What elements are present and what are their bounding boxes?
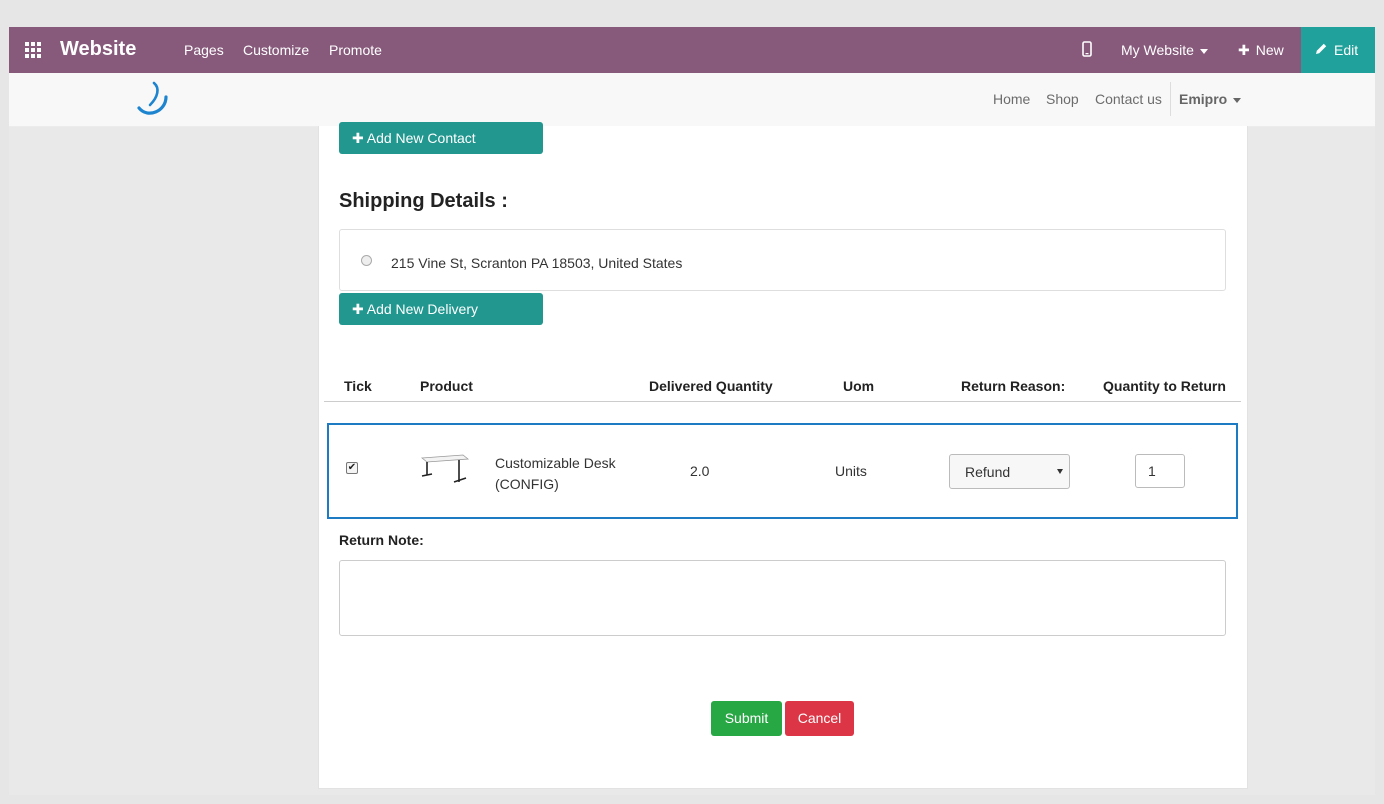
website-switcher-label: My Website bbox=[1121, 42, 1194, 58]
shipping-address-text: 215 Vine St, Scranton PA 18503, United S… bbox=[391, 255, 683, 271]
chevron-down-icon bbox=[1199, 48, 1208, 54]
mobile-preview-icon[interactable] bbox=[1082, 41, 1092, 60]
header-quantity-to-return: Quantity to Return bbox=[1103, 378, 1226, 394]
address-radio[interactable] bbox=[361, 255, 372, 266]
edit-button[interactable]: Edit bbox=[1301, 27, 1375, 73]
header-return-reason: Return Reason: bbox=[961, 378, 1066, 394]
table-row: ✔ Customizable Desk (CONFIG) 2.0 Units R… bbox=[327, 423, 1238, 519]
nav-home[interactable]: Home bbox=[993, 91, 1030, 107]
cancel-button[interactable]: Cancel bbox=[785, 701, 854, 736]
site-logo[interactable] bbox=[136, 81, 170, 124]
return-form-panel: ✚ Add New Contact Address Shipping Detail… bbox=[318, 122, 1248, 789]
return-note-label: Return Note: bbox=[339, 532, 424, 548]
pencil-icon bbox=[1315, 42, 1328, 58]
return-reason-value: Refund bbox=[965, 464, 1011, 480]
browser-viewport: Website Pages Customize Promote My Websi… bbox=[9, 27, 1375, 795]
admin-topbar: Website Pages Customize Promote My Websi… bbox=[9, 27, 1375, 73]
quantity-to-return-input[interactable]: 1 bbox=[1135, 454, 1185, 488]
product-image bbox=[419, 452, 471, 490]
menu-promote[interactable]: Promote bbox=[329, 42, 382, 58]
chevron-down-icon bbox=[1233, 97, 1242, 103]
return-note-textarea[interactable] bbox=[339, 560, 1226, 636]
plus-icon: ✚ bbox=[352, 130, 364, 146]
tick-checkbox[interactable]: ✔ bbox=[346, 462, 358, 474]
uom-value: Units bbox=[835, 463, 867, 479]
delivered-quantity: 2.0 bbox=[690, 463, 710, 479]
header-tick: Tick bbox=[344, 378, 372, 394]
product-name: Customizable Desk (CONFIG) bbox=[495, 455, 616, 492]
user-name: Emipro bbox=[1179, 91, 1228, 107]
submit-button[interactable]: Submit bbox=[711, 701, 782, 736]
header-delivered-quantity: Delivered Quantity bbox=[649, 378, 773, 394]
dropdown-arrow-icon bbox=[1057, 469, 1063, 474]
menu-customize[interactable]: Customize bbox=[243, 42, 309, 58]
shipping-details-title: Shipping Details : bbox=[339, 190, 508, 212]
return-reason-select[interactable]: Refund bbox=[949, 454, 1070, 489]
shipping-address-option[interactable]: 215 Vine St, Scranton PA 18503, United S… bbox=[339, 229, 1226, 291]
app-title: Website bbox=[60, 38, 137, 60]
new-button[interactable]: ✚ New bbox=[1238, 42, 1284, 59]
header-uom: Uom bbox=[843, 378, 875, 394]
website-navbar: Home Shop Contact us Emipro bbox=[9, 73, 1375, 127]
menu-pages[interactable]: Pages bbox=[184, 42, 224, 58]
table-header-divider bbox=[324, 401, 1241, 402]
edit-button-label: Edit bbox=[1334, 42, 1359, 58]
apps-grid-icon[interactable] bbox=[25, 42, 42, 59]
add-delivery-address-button[interactable]: ✚ Add New Delivery Address bbox=[339, 293, 543, 349]
add-contact-address-label: Add New Contact Address bbox=[352, 130, 476, 178]
nav-contact-us[interactable]: Contact us bbox=[1095, 91, 1162, 107]
nav-divider bbox=[1170, 82, 1171, 116]
plus-icon: ✚ bbox=[1238, 42, 1250, 58]
add-delivery-address-label: Add New Delivery Address bbox=[352, 301, 478, 349]
nav-shop[interactable]: Shop bbox=[1046, 91, 1079, 107]
new-button-label: New bbox=[1255, 42, 1284, 58]
website-switcher[interactable]: My Website bbox=[1121, 42, 1208, 58]
add-contact-address-button[interactable]: ✚ Add New Contact Address bbox=[339, 122, 543, 178]
header-product: Product bbox=[420, 378, 473, 394]
user-menu[interactable]: Emipro bbox=[1179, 91, 1242, 107]
plus-icon: ✚ bbox=[352, 301, 364, 317]
